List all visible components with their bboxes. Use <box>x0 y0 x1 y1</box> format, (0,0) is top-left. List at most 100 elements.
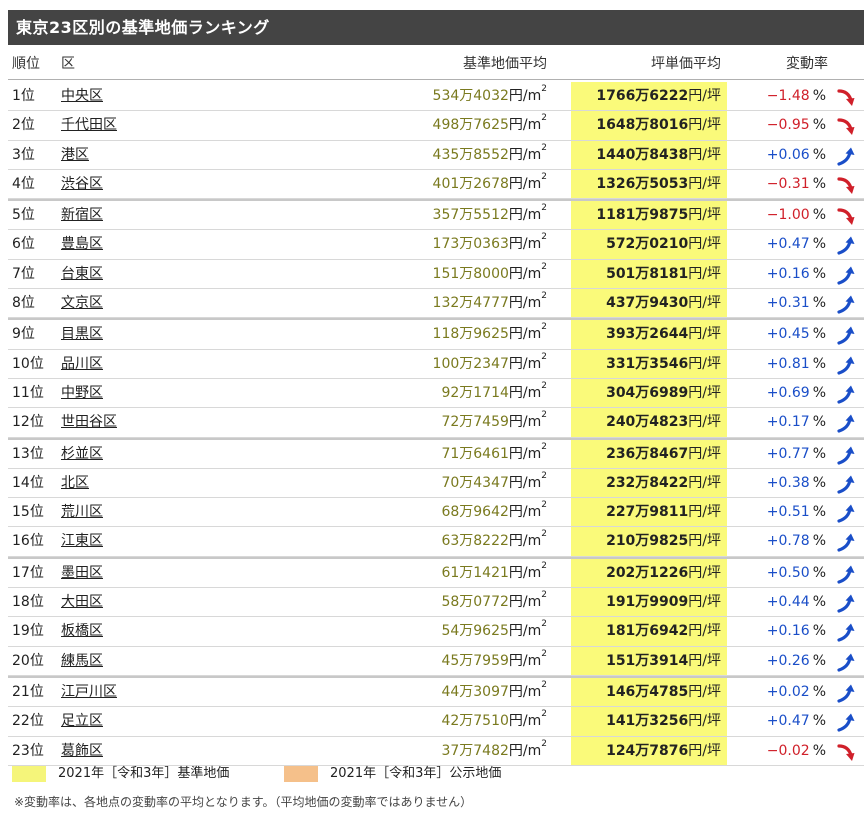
ward-link[interactable]: 江戸川区 <box>61 678 117 707</box>
unit-yen-per-tsubo: 円/坪 <box>688 623 721 640</box>
standard-price-cell: 45万7959円/m2 <box>441 647 547 676</box>
ward-link[interactable]: 中野区 <box>61 379 103 408</box>
table-row: 21位 江戸川区 44万3097円/m2 146万4785円/坪 +0.02% <box>8 675 864 708</box>
ward-link[interactable]: 文京区 <box>61 289 103 318</box>
trend-up-icon <box>836 293 858 315</box>
ward-link[interactable]: 豊島区 <box>61 230 103 259</box>
unit-superscript: 2 <box>541 441 547 452</box>
table-row: 15位 荒川区 68万9642円/m2 227万9811円/坪 +0.51% <box>8 498 864 528</box>
unit-superscript: 2 <box>541 590 547 601</box>
standard-price-cell: 401万2678円/m2 <box>433 170 547 199</box>
unit-yen-per-m2: 円/m <box>508 652 542 669</box>
trend-up-icon <box>836 682 858 704</box>
standard-price-value: 173万0363 <box>432 236 509 253</box>
percent-sign: % <box>812 88 826 104</box>
ward-link[interactable]: 練馬区 <box>61 647 103 676</box>
header-change-rate: 変動率 <box>786 56 828 72</box>
ward-link[interactable]: 新宿区 <box>61 201 103 230</box>
unit-superscript: 2 <box>541 261 547 272</box>
standard-price-value: 151万8000 <box>432 265 509 282</box>
tsubo-price-cell: 1326万5053円/坪 <box>596 170 721 199</box>
change-rate-cell: +0.47% <box>767 707 826 736</box>
unit-yen-per-tsubo: 円/坪 <box>688 742 721 759</box>
unit-superscript: 2 <box>541 560 547 571</box>
rank-cell: 10位 <box>12 355 44 372</box>
tsubo-price-value: 1648万8016 <box>596 117 689 134</box>
change-rate-value: +0.47 <box>766 236 810 253</box>
tsubo-price-cell: 1766万6222円/坪 <box>596 82 721 111</box>
tsubo-price-cell: 146万4785円/坪 <box>606 678 721 707</box>
unit-yen-per-tsubo: 円/坪 <box>688 713 721 730</box>
tsubo-price-value: 124万7876 <box>606 742 689 759</box>
change-rate-cell: −0.31% <box>767 170 826 199</box>
percent-sign: % <box>812 713 826 730</box>
unit-superscript: 2 <box>541 203 547 214</box>
standard-price-cell: 70万4347円/m2 <box>441 469 547 498</box>
unit-yen-per-tsubo: 円/坪 <box>688 236 721 253</box>
ward-link[interactable]: 中央区 <box>61 82 103 111</box>
ward-link[interactable]: 台東区 <box>61 260 103 289</box>
standard-price-value: 71万6461 <box>441 445 509 462</box>
rank-cell: 1位 <box>12 88 35 104</box>
table-row: 20位 練馬区 45万7959円/m2 151万3914円/坪 +0.26% <box>8 646 864 676</box>
unit-yen-per-m2: 円/m <box>508 474 542 491</box>
standard-price-value: 92万1714 <box>441 384 509 401</box>
tsubo-price-value: 304万6989 <box>606 384 689 401</box>
ward-link[interactable]: 足立区 <box>61 707 103 736</box>
rank-cell: 3位 <box>12 146 35 163</box>
percent-sign: % <box>812 384 826 401</box>
unit-superscript: 2 <box>541 113 547 124</box>
tsubo-price-value: 236万8467 <box>606 445 689 462</box>
ward-link[interactable]: 大田区 <box>61 588 103 617</box>
unit-yen-per-m2: 円/m <box>508 742 542 759</box>
ward-link[interactable]: 江東区 <box>61 527 103 556</box>
trend-up-icon <box>836 592 858 614</box>
ward-link[interactable]: 荒川区 <box>61 498 103 527</box>
table-row: 14位 北区 70万4347円/m2 232万8422円/坪 +0.38% <box>8 468 864 499</box>
change-rate-value: +0.31 <box>766 295 810 312</box>
unit-yen-per-tsubo: 円/坪 <box>688 445 721 462</box>
ward-link[interactable]: 板橋区 <box>61 617 103 646</box>
standard-price-value: 63万8222 <box>441 533 509 550</box>
rank-cell: 9位 <box>12 326 35 343</box>
table-row: 5位 新宿区 357万5512円/m2 1181万9875円/坪 −1.00% <box>8 199 864 231</box>
ward-link[interactable]: 北区 <box>61 469 89 498</box>
percent-sign: % <box>812 207 826 224</box>
unit-yen-per-m2: 円/m <box>508 295 542 312</box>
ward-link[interactable]: 墨田区 <box>61 559 103 588</box>
ward-link[interactable]: 杉並区 <box>61 440 103 469</box>
change-rate-value: +0.02 <box>766 683 810 700</box>
change-rate-cell: +0.77% <box>767 440 826 469</box>
ward-link[interactable]: 世田谷区 <box>61 408 117 437</box>
ward-link[interactable]: 千代田区 <box>61 111 117 140</box>
trend-up-icon <box>836 324 858 346</box>
unit-yen-per-tsubo: 円/坪 <box>688 474 721 491</box>
change-rate-cell: +0.02% <box>767 678 826 707</box>
header-divider <box>8 79 864 80</box>
trend-up-icon <box>836 711 858 733</box>
unit-superscript: 2 <box>541 232 547 243</box>
ward-link[interactable]: 港区 <box>61 141 89 170</box>
trend-up-icon <box>836 444 858 466</box>
change-rate-cell: +0.69% <box>767 379 826 408</box>
table-row: 6位 豊島区 173万0363円/m2 572万0210円/坪 +0.47% <box>8 230 864 260</box>
change-rate-value: +0.26 <box>766 652 810 669</box>
standard-price-value: 357万5512 <box>432 207 509 224</box>
change-rate-cell: +0.81% <box>767 350 826 379</box>
ward-link[interactable]: 渋谷区 <box>61 170 103 199</box>
ward-link[interactable]: 目黒区 <box>61 320 103 349</box>
unit-yen-per-m2: 円/m <box>508 236 542 253</box>
percent-sign: % <box>812 504 826 521</box>
header-rank: 順位 <box>12 56 40 72</box>
ward-link[interactable]: 品川区 <box>61 350 103 379</box>
change-rate-cell: +0.16% <box>767 617 826 646</box>
standard-price-cell: 54万9625円/m2 <box>441 617 547 646</box>
change-rate-value: +0.50 <box>766 564 810 581</box>
legend: 2021年［令和3年］基準地価 2021年［令和3年］公示地価 <box>8 762 864 786</box>
percent-sign: % <box>812 474 826 491</box>
trend-down-icon <box>836 174 858 196</box>
percent-sign: % <box>812 355 826 372</box>
table-row: 19位 板橋区 54万9625円/m2 181万6942円/坪 +0.16% <box>8 617 864 647</box>
tsubo-price-value: 202万1226 <box>606 564 689 581</box>
legend-label-koji: 2021年［令和3年］公示地価 <box>330 766 502 781</box>
